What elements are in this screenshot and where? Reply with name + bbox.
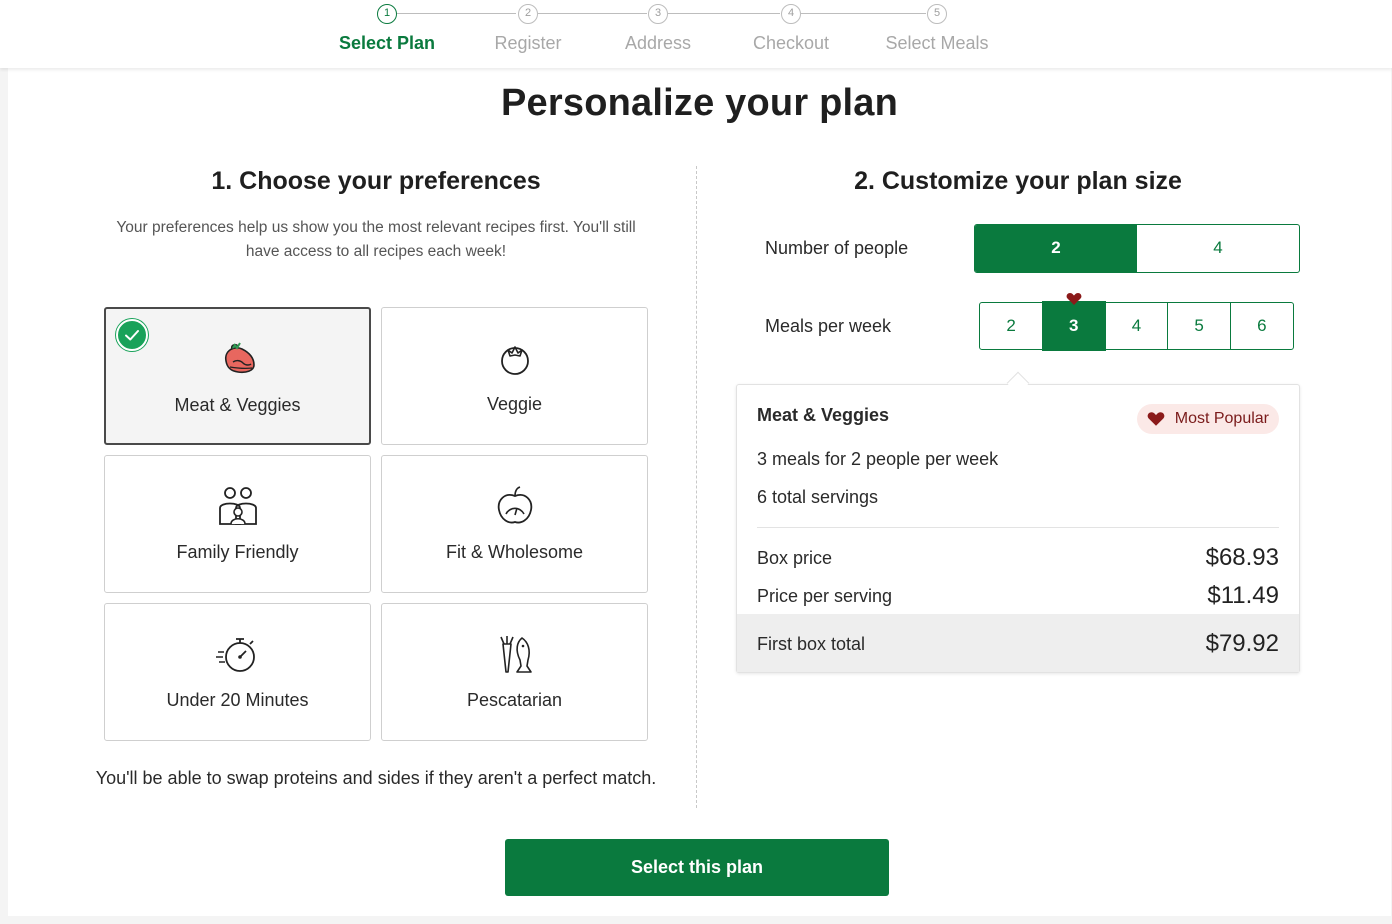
apple-scale-icon — [382, 484, 647, 528]
plan-summary: Meat & Veggies Most Popular 3 meals for … — [736, 384, 1300, 673]
fish-carrot-icon — [382, 632, 647, 676]
first-box-total-label: First box total — [757, 634, 866, 654]
plan-size-title: 2. Customize your plan size — [854, 167, 1182, 195]
steak-icon — [106, 337, 369, 381]
step-select-meals[interactable]: 5 Select Meals — [867, 4, 1007, 54]
preference-veggie[interactable]: Veggie — [381, 307, 648, 445]
meals-option-6[interactable]: 6 — [1229, 302, 1294, 350]
select-plan-button[interactable]: Select this plan — [505, 839, 889, 896]
step-label: Select Meals — [885, 33, 989, 53]
first-box-total-row: First box total $79.92 — [757, 630, 1279, 657]
meals-option-5[interactable]: 5 — [1167, 302, 1232, 350]
summary-divider — [757, 527, 1279, 528]
step-number: 3 — [648, 4, 668, 24]
page-title: Personalize your plan — [501, 82, 898, 124]
per-serving-value: $11.49 — [1207, 582, 1279, 609]
preference-label: Veggie — [486, 394, 543, 414]
preference-under-20-minutes[interactable]: Under 20 Minutes — [104, 603, 371, 741]
popular-heart-icon — [1066, 292, 1082, 306]
step-label: Checkout — [752, 33, 830, 53]
preference-label: Family Friendly — [176, 542, 299, 562]
badge-label: Most Popular — [1174, 410, 1269, 427]
preference-label: Fit & Wholesome — [445, 542, 584, 562]
plan-card: Personalize your plan 1. Choose your pre… — [8, 68, 1391, 916]
meals-selector: 2 3 4 5 6 — [979, 301, 1300, 351]
people-selector: 2 4 — [974, 224, 1300, 273]
preferences-title: 1. Choose your preferences — [211, 167, 541, 195]
step-number: 4 — [781, 4, 801, 24]
summary-plan-name: Meat & Veggies — [757, 405, 890, 425]
step-address[interactable]: 3 Address — [588, 4, 728, 54]
most-popular-badge: Most Popular — [1136, 404, 1279, 434]
people-option-2[interactable]: 2 — [975, 225, 1137, 272]
per-serving-label: Price per serving — [757, 586, 893, 606]
people-label: Number of people — [765, 238, 909, 258]
preference-label: Under 20 Minutes — [166, 690, 309, 710]
step-label: Address — [624, 33, 692, 53]
meals-option-3[interactable]: 3 — [1041, 301, 1106, 351]
per-serving-row: Price per serving $11.49 — [757, 582, 1279, 609]
first-box-total-value: $79.92 — [1205, 630, 1279, 657]
preference-pescatarian[interactable]: Pescatarian — [381, 603, 648, 741]
preference-family-friendly[interactable]: Family Friendly — [104, 455, 371, 593]
meals-label: Meals per week — [765, 316, 892, 336]
preference-fit-wholesome[interactable]: Fit & Wholesome — [381, 455, 648, 593]
step-label: Select Plan — [338, 33, 436, 53]
box-price-label: Box price — [757, 548, 833, 568]
preference-label: Pescatarian — [466, 690, 563, 710]
step-checkout[interactable]: 4 Checkout — [721, 4, 861, 54]
tomato-icon — [382, 336, 647, 380]
step-number: 5 — [927, 4, 947, 24]
preference-label: Meat & Veggies — [174, 395, 301, 415]
step-number: 2 — [518, 4, 538, 24]
meals-option-4[interactable]: 4 — [1104, 302, 1169, 350]
progress-stepper: 1 Select Plan 2 Register 3 Address 4 Che… — [0, 0, 1392, 68]
step-select-plan[interactable]: 1 Select Plan — [317, 4, 457, 54]
column-divider — [696, 166, 697, 808]
step-label: Register — [494, 33, 562, 53]
family-icon — [105, 484, 370, 528]
meals-option-2[interactable]: 2 — [979, 302, 1044, 350]
step-register[interactable]: 2 Register — [458, 4, 598, 54]
swap-note: You'll be able to swap proteins and side… — [95, 768, 657, 788]
people-option-4[interactable]: 4 — [1137, 225, 1299, 272]
servings-summary: 6 total servings — [757, 487, 879, 507]
meals-summary: 3 meals for 2 people per week — [757, 449, 999, 469]
preferences-description: Your preferences help us show you the mo… — [116, 219, 636, 260]
preference-meat-veggies[interactable]: Meat & Veggies — [104, 307, 371, 445]
step-number: 1 — [377, 4, 397, 24]
stopwatch-icon — [105, 632, 370, 676]
box-price-value: $68.93 — [1205, 544, 1279, 571]
heart-icon — [1147, 412, 1165, 426]
box-price-row: Box price $68.93 — [757, 544, 1279, 571]
